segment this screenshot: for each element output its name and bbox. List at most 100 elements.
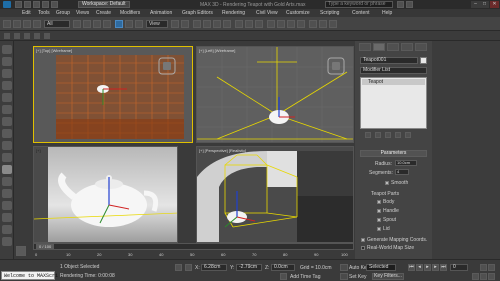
snaps-toggle-icon[interactable] (193, 20, 201, 28)
helpers-icon[interactable] (2, 225, 12, 234)
menu-scripting[interactable]: Scripting (320, 10, 339, 16)
render-production-icon[interactable] (329, 20, 337, 28)
unlink-icon[interactable] (33, 20, 41, 28)
menu-animation[interactable]: Animation (150, 10, 172, 16)
sphere-icon[interactable] (2, 57, 12, 66)
ribbon-toggle-icon[interactable] (4, 33, 10, 39)
key-filters-button[interactable]: Key Filters... (372, 273, 404, 280)
part-lid-checkbox[interactable]: Lid (377, 226, 390, 232)
select-by-name-icon[interactable] (83, 20, 91, 28)
box-icon[interactable] (2, 69, 12, 78)
lights-icon[interactable] (2, 201, 12, 210)
part-spout-checkbox[interactable]: Spout (377, 217, 396, 223)
new-file-icon[interactable] (15, 1, 22, 8)
absolute-mode-icon[interactable] (185, 264, 192, 271)
menu-group[interactable]: Group (56, 10, 70, 16)
viewport-perspective[interactable]: [+] [Perspective] [Realistic] (196, 146, 354, 243)
motion-tab-icon[interactable] (401, 43, 413, 51)
maximize-button[interactable]: □ (480, 1, 489, 8)
save-file-icon[interactable] (33, 1, 40, 8)
auto-key-icon[interactable] (340, 264, 348, 271)
object-color-swatch[interactable] (420, 57, 427, 64)
real-world-checkbox[interactable]: Real-World Map Size (361, 245, 414, 251)
x-coordinate-input[interactable]: 6.28cm (201, 264, 227, 271)
display-tab-icon[interactable] (415, 43, 427, 51)
modifier-stack[interactable]: Teapot (360, 77, 427, 129)
shapes-icon[interactable] (2, 189, 12, 198)
hierarchy-tab-icon[interactable] (387, 43, 399, 51)
play-icon[interactable]: ▸ (424, 264, 431, 271)
curve-editor-icon[interactable] (277, 20, 285, 28)
reference-coord-dropdown[interactable]: View (146, 20, 168, 28)
segments-input[interactable]: 4 (395, 169, 409, 175)
help-icon[interactable] (406, 1, 413, 8)
plane-icon[interactable] (2, 117, 12, 126)
manipulate-icon[interactable] (181, 20, 189, 28)
ribbon-modeling-icon[interactable] (14, 33, 20, 39)
gen-mapping-checkbox[interactable]: Generate Mapping Coords. (361, 237, 427, 243)
go-to-end-icon[interactable]: ⏭ (440, 264, 447, 271)
menu-rendering[interactable]: Rendering (222, 10, 245, 16)
viewport-left-label[interactable]: [+] [Left] [Wireframe] (199, 48, 235, 53)
show-end-result-icon[interactable] (375, 132, 381, 138)
selection-filter-dropdown[interactable]: All (44, 20, 70, 28)
ribbon-populate-icon[interactable] (44, 33, 50, 39)
move-icon[interactable] (115, 20, 123, 28)
smooth-checkbox[interactable]: Smooth (385, 180, 408, 186)
align-icon[interactable] (255, 20, 263, 28)
pivot-icon[interactable] (171, 20, 179, 28)
timeline-track[interactable]: 0 10 20 30 40 50 60 70 80 90 100 (33, 250, 354, 259)
viewport-left[interactable]: [+] [Left] [Wireframe] (196, 46, 354, 143)
material-editor-icon[interactable] (297, 20, 305, 28)
smooth-check-icon[interactable] (385, 180, 389, 185)
menu-create[interactable]: Create (96, 10, 111, 16)
create-icon[interactable] (2, 45, 12, 54)
scale-icon[interactable] (135, 20, 143, 28)
schematic-view-icon[interactable] (287, 20, 295, 28)
layer-explorer-icon[interactable] (267, 20, 275, 28)
next-frame-icon[interactable]: ▸ (432, 264, 439, 271)
real-world-check-icon[interactable] (361, 245, 365, 250)
gen-mapping-check-icon[interactable] (361, 237, 365, 242)
time-tag-icon[interactable] (280, 273, 287, 280)
redo-toolbar-icon[interactable] (13, 20, 21, 28)
key-mode-dropdown[interactable]: Selected (366, 264, 396, 271)
configure-sets-icon[interactable] (405, 132, 411, 138)
text-plus-icon[interactable] (2, 177, 12, 186)
spinner-snap-icon[interactable] (223, 20, 231, 28)
region-select-icon[interactable] (93, 20, 101, 28)
time-slider-thumb[interactable]: 0 / 100 (36, 244, 55, 249)
tube-icon[interactable] (2, 129, 12, 138)
stack-item-teapot[interactable]: Teapot (362, 79, 425, 85)
window-crossing-icon[interactable] (103, 20, 111, 28)
modifier-list-dropdown[interactable]: Modifier List (360, 67, 427, 74)
pin-stack-icon[interactable] (365, 132, 371, 138)
ribbon-selection-icon[interactable] (34, 33, 40, 39)
menu-content[interactable]: Content (352, 10, 370, 16)
radius-input[interactable]: 10.0cm (395, 160, 417, 166)
search-icon[interactable] (397, 1, 404, 8)
add-time-tag[interactable]: Add Time Tag (290, 274, 320, 280)
search-input[interactable]: Type a keyword or phrase (325, 1, 393, 8)
open-file-icon[interactable] (24, 1, 31, 8)
make-unique-icon[interactable] (385, 132, 391, 138)
maxscript-listener[interactable]: Welcome to MAXScri (1, 271, 58, 280)
spacewarps-icon[interactable] (2, 237, 12, 246)
menu-tools[interactable]: Tools (38, 10, 50, 16)
part-handle-checkbox[interactable]: Handle (377, 208, 399, 214)
body-check-icon[interactable] (377, 199, 381, 204)
geosphere-icon[interactable] (2, 153, 12, 162)
set-key-button[interactable]: Set Key (349, 274, 367, 280)
viewport-top-label[interactable]: [+] [Top] [Wireframe] (36, 48, 72, 53)
maximize-viewport-icon[interactable] (488, 273, 495, 280)
lid-check-icon[interactable] (377, 226, 381, 231)
handle-check-icon[interactable] (377, 208, 381, 213)
parameters-rollout-header[interactable]: Parameters (360, 150, 427, 157)
close-button[interactable]: ✕ (490, 1, 499, 8)
remove-modifier-icon[interactable] (395, 132, 401, 138)
rotate-icon[interactable] (125, 20, 133, 28)
create-tab-icon[interactable] (359, 43, 371, 51)
workspace-dropdown[interactable]: Workspace: Default (78, 1, 130, 8)
viewport-front-label[interactable]: [+] (36, 148, 41, 153)
go-to-start-icon[interactable]: ⏮ (408, 264, 415, 271)
